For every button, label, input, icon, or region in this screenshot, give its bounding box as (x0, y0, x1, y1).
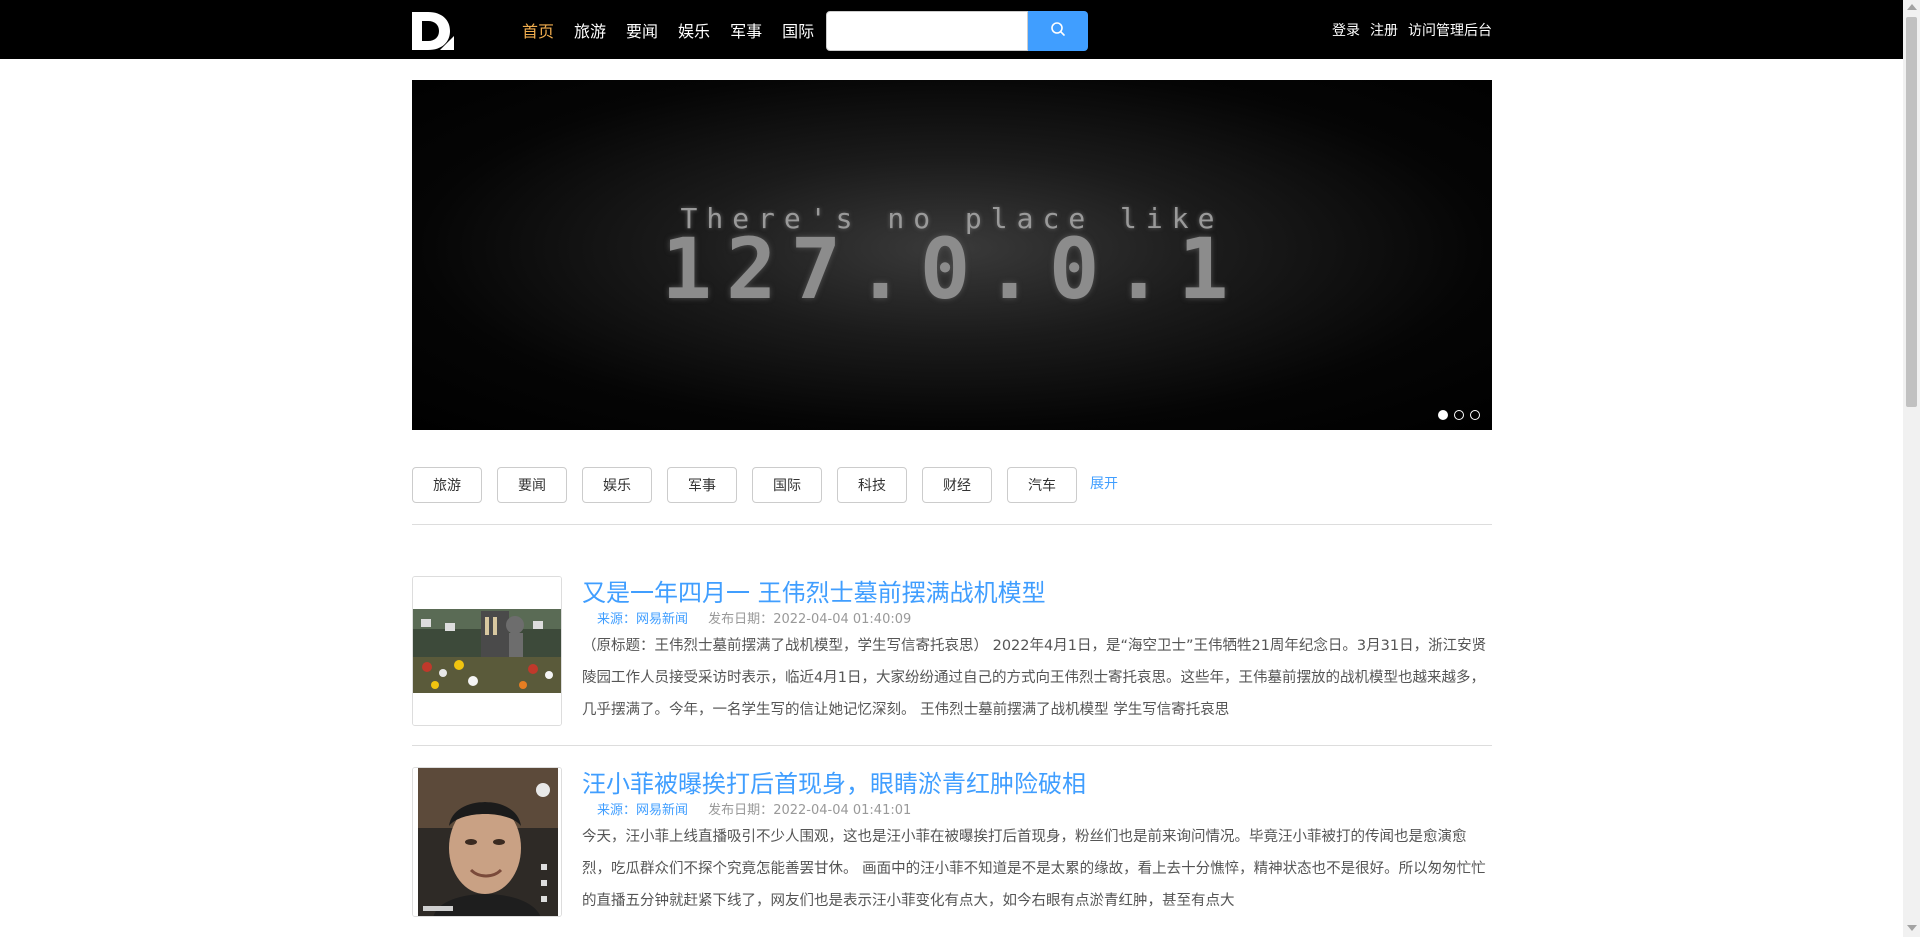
news-source[interactable]: 网易新闻 (636, 612, 688, 627)
date-label: 发布日期： (708, 612, 774, 627)
category-headlines[interactable]: 要闻 (497, 467, 567, 503)
admin-link[interactable]: 访问管理后台 (1408, 20, 1492, 40)
news-meta: 来源：网易新闻 发布日期：2022-04-04 01:40:09 (597, 608, 911, 627)
category-tech[interactable]: 科技 (837, 467, 907, 503)
news-title[interactable]: 又是一年四月一 王伟烈士墓前摆满战机模型 (582, 573, 1046, 608)
news-date: 2022-04-04 01:40:09 (773, 612, 912, 627)
news-thumbnail[interactable] (412, 576, 562, 726)
expand-categories-link[interactable]: 展开 (1090, 473, 1118, 493)
news-title[interactable]: 汪小菲被曝挨打后首现身，眼睛淤青红肿险破相 (582, 764, 1086, 799)
category-entertainment[interactable]: 娱乐 (582, 467, 652, 503)
nav-item-headlines[interactable]: 要闻 (626, 18, 658, 42)
scroll-down-arrow-icon[interactable] (1907, 925, 1917, 931)
search-button[interactable] (1028, 11, 1088, 51)
date-label: 发布日期： (708, 803, 774, 818)
nav-item-travel[interactable]: 旅游 (574, 18, 606, 42)
search-input[interactable] (826, 11, 1028, 51)
carousel-dot-3[interactable] (1470, 410, 1480, 420)
carousel-dot-1[interactable] (1438, 410, 1448, 420)
divider (412, 745, 1492, 746)
news-source[interactable]: 网易新闻 (636, 803, 688, 818)
top-navbar: 首页 旅游 要闻 娱乐 军事 国际 登录 注册 访问管理后台 (0, 0, 1920, 59)
news-thumbnail[interactable] (412, 767, 562, 917)
main-nav: 首页 旅游 要闻 娱乐 军事 国际 (522, 0, 834, 59)
category-travel[interactable]: 旅游 (412, 467, 482, 503)
news-summary: 今天，汪小菲上线直播吸引不少人围观，这也是汪小菲在被曝挨打后首现身，粉丝们也是前… (582, 829, 1486, 909)
category-international[interactable]: 国际 (752, 467, 822, 503)
scrollbar-thumb[interactable] (1906, 17, 1917, 407)
news-date: 2022-04-04 01:41:01 (773, 803, 912, 818)
nav-item-entertainment[interactable]: 娱乐 (678, 18, 710, 42)
nav-item-home[interactable]: 首页 (522, 18, 554, 42)
banner-text-line2: 127.0.0.1 (661, 220, 1243, 318)
news-meta: 来源：网易新闻 发布日期：2022-04-04 01:41:01 (597, 799, 911, 818)
site-logo[interactable] (410, 10, 456, 52)
carousel-dot-2[interactable] (1454, 410, 1464, 420)
category-military[interactable]: 军事 (667, 467, 737, 503)
category-auto[interactable]: 汽车 (1007, 467, 1077, 503)
divider (412, 524, 1492, 525)
source-label: 来源： (597, 803, 637, 818)
banner-carousel[interactable]: There's no place like 127.0.0.1 (412, 80, 1492, 430)
news-summary: （原标题：王伟烈士墓前摆满了战机模型，学生写信寄托哀思） 2022年4月1日，是… (582, 638, 1487, 718)
nav-item-international[interactable]: 国际 (782, 18, 814, 42)
source-label: 来源： (597, 612, 637, 627)
category-finance[interactable]: 财经 (922, 467, 992, 503)
register-link[interactable]: 注册 (1370, 20, 1398, 40)
account-links: 登录 注册 访问管理后台 (1322, 0, 1492, 59)
category-filter: 旅游 要闻 娱乐 军事 国际 科技 财经 汽车 展开 (412, 467, 1118, 503)
nav-item-military[interactable]: 军事 (730, 18, 762, 42)
scroll-up-arrow-icon[interactable] (1907, 4, 1917, 10)
search-icon (1050, 21, 1066, 41)
carousel-indicators (1432, 410, 1480, 420)
login-link[interactable]: 登录 (1332, 20, 1360, 40)
